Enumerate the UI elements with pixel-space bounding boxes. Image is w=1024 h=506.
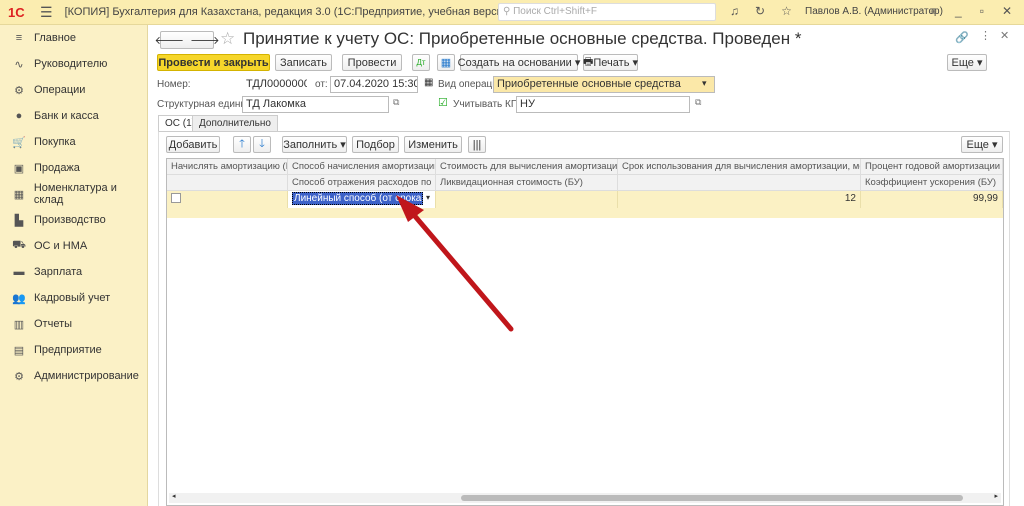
annotation-arrow (396, 195, 514, 332)
